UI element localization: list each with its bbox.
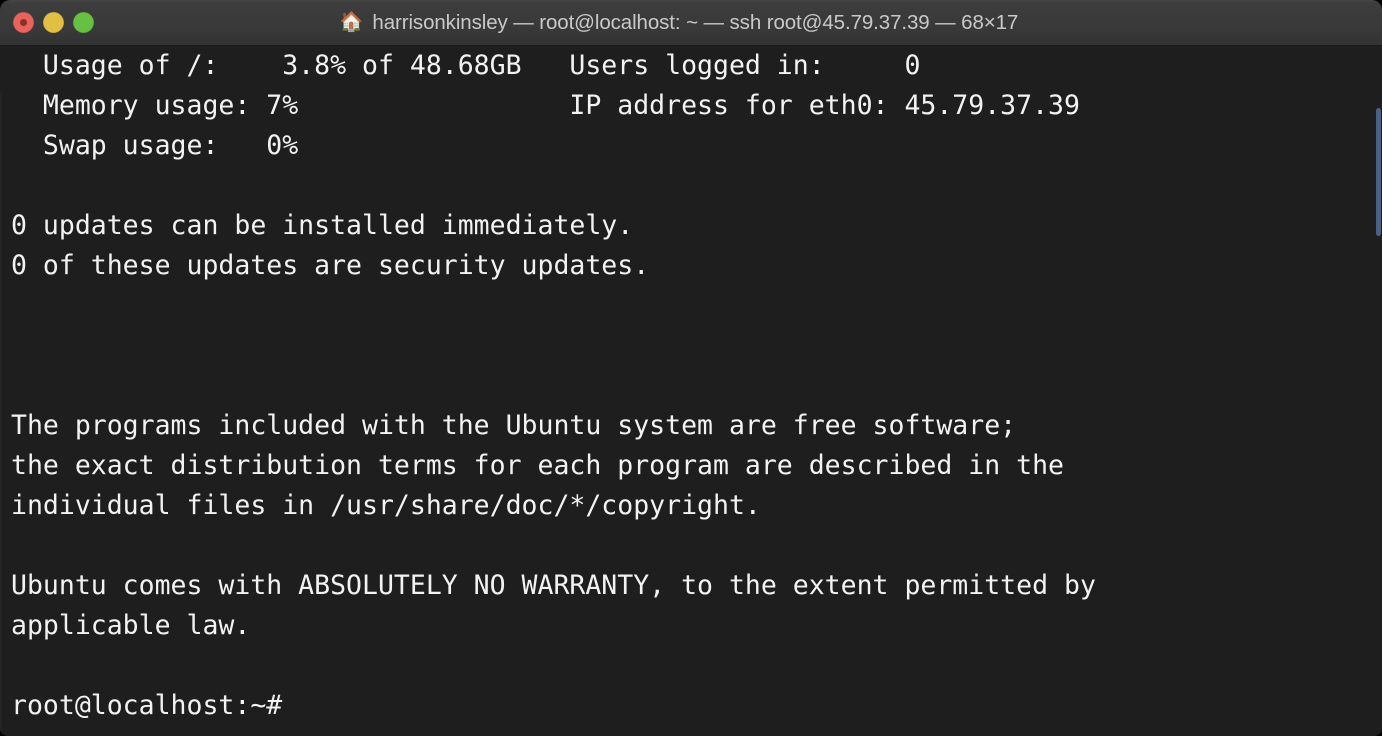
- maximize-button[interactable]: [73, 12, 94, 33]
- close-button[interactable]: [13, 12, 34, 33]
- window-titlebar[interactable]: 🏠 harrisonkinsley — root@localhost: ~ — …: [0, 0, 1382, 46]
- terminal-screen[interactable]: Usage of /: 3.8% of 48.68GB Users logged…: [0, 46, 1382, 736]
- terminal-scrollbar[interactable]: [1375, 46, 1382, 736]
- terminal-scrollbar-thumb[interactable]: [1376, 108, 1381, 236]
- window-title-container: 🏠 harrisonkinsley — root@localhost: ~ — …: [0, 0, 1382, 45]
- window-title: harrisonkinsley — root@localhost: ~ — ss…: [372, 10, 1019, 34]
- terminal-left-edge: [0, 92, 2, 736]
- window-controls: [13, 0, 94, 45]
- home-folder-icon: 🏠: [339, 11, 364, 33]
- minimize-button[interactable]: [43, 12, 64, 33]
- terminal-output: Usage of /: 3.8% of 48.68GB Users logged…: [11, 50, 1096, 721]
- terminal-window: 🏠 harrisonkinsley — root@localhost: ~ — …: [0, 0, 1382, 736]
